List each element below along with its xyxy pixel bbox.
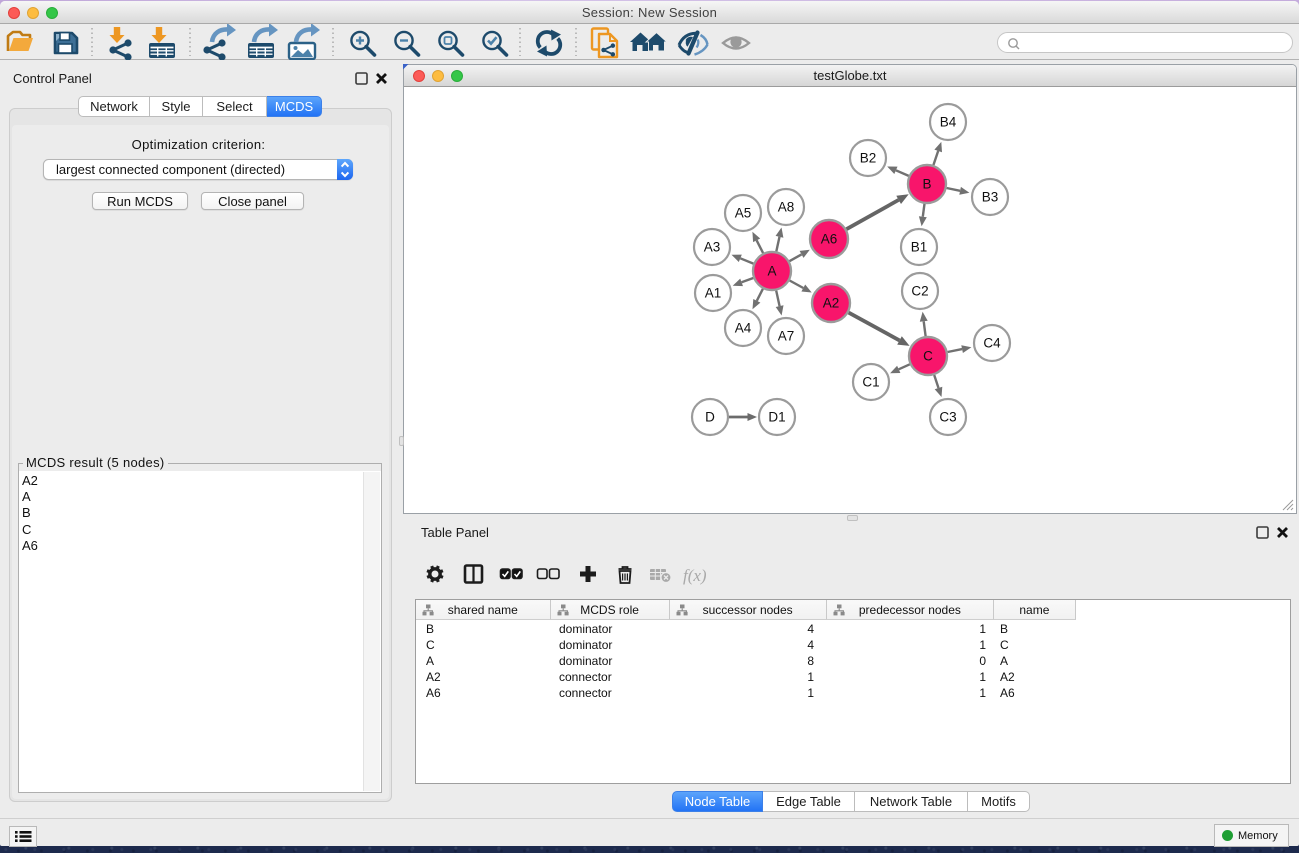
svg-text:A5: A5: [735, 206, 752, 221]
svg-text:B4: B4: [940, 115, 957, 130]
svg-text:C3: C3: [939, 410, 956, 425]
svg-text:D: D: [705, 410, 715, 425]
svg-text:A8: A8: [778, 200, 795, 215]
svg-text:C1: C1: [862, 375, 879, 390]
svg-text:C2: C2: [911, 284, 928, 299]
svg-text:D1: D1: [768, 410, 785, 425]
svg-text:B3: B3: [982, 190, 999, 205]
svg-text:A4: A4: [735, 321, 752, 336]
svg-text:C4: C4: [983, 336, 1001, 351]
svg-text:A6: A6: [821, 232, 838, 247]
svg-text:A3: A3: [704, 240, 721, 255]
svg-text:A: A: [767, 264, 776, 279]
svg-text:A2: A2: [823, 296, 840, 311]
svg-text:B2: B2: [860, 151, 877, 166]
svg-text:B1: B1: [911, 240, 928, 255]
svg-text:A1: A1: [705, 286, 722, 301]
svg-text:C: C: [923, 349, 933, 364]
svg-text:f(x): f(x): [683, 566, 707, 585]
svg-text:A7: A7: [778, 329, 795, 344]
svg-text:B: B: [922, 177, 931, 192]
